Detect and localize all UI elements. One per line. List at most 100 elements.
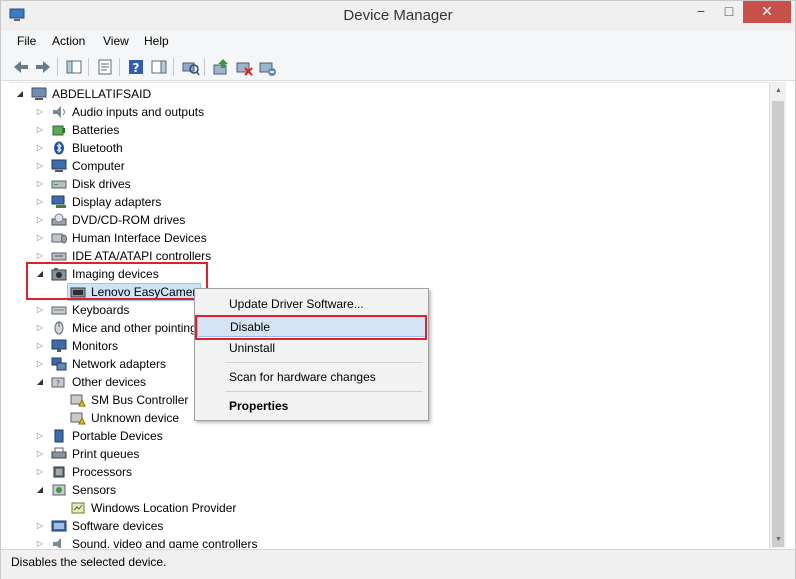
tree-item-processors[interactable]: ▷ Processors <box>9 463 309 481</box>
tree-item-sound-controllers[interactable]: ▷ Sound, video and game controllers <box>9 535 309 548</box>
tree-item-other-devices[interactable]: ◢ ? Other devices <box>9 373 189 391</box>
device-manager-window: Device Manager − □ ✕ File Action View He… <box>0 0 796 579</box>
tree-item-sm-bus-controller[interactable]: SM Bus Controller <box>9 391 189 409</box>
back-icon[interactable] <box>11 57 31 77</box>
toolbar-separator <box>88 58 89 76</box>
disable-device-icon[interactable] <box>234 57 254 77</box>
scan-hardware-icon[interactable] <box>180 57 200 77</box>
tree-item-monitors[interactable]: ▷ Monitors <box>9 337 189 355</box>
expand-arrow-icon[interactable]: ▷ <box>35 319 45 337</box>
toolbar-separator <box>173 58 174 76</box>
tree-item-software-devices[interactable]: ▷ Software devices <box>9 517 309 535</box>
tree-item-audio[interactable]: ▷ Audio inputs and outputs <box>9 103 309 121</box>
properties-icon[interactable] <box>95 57 115 77</box>
vertical-scrollbar[interactable]: ▲ ▼ <box>769 82 786 548</box>
show-hide-console-tree-icon[interactable] <box>64 57 84 77</box>
forward-icon[interactable] <box>33 57 53 77</box>
tree-item-unknown-device[interactable]: Unknown device <box>9 409 189 427</box>
tree-item-label: Human Interface Devices <box>72 231 207 245</box>
ctx-properties[interactable]: Properties <box>197 395 426 417</box>
scroll-down-icon[interactable]: ▼ <box>770 531 787 548</box>
scroll-up-icon[interactable]: ▲ <box>770 82 787 99</box>
expand-arrow-icon[interactable]: ▷ <box>35 445 45 463</box>
ctx-scan-hardware-changes[interactable]: Scan for hardware changes <box>197 366 426 388</box>
audio-icon <box>53 106 65 118</box>
collapse-arrow-icon[interactable]: ◢ <box>15 85 25 103</box>
tree-item-label: Sound, video and game controllers <box>72 537 258 548</box>
hid-icon <box>51 233 67 244</box>
tree-item-label: Other devices <box>72 375 147 389</box>
keyboard-icon <box>51 306 67 315</box>
tree-item-computer[interactable]: ▷ Computer <box>9 157 309 175</box>
software-device-icon <box>51 520 67 532</box>
tree-item-windows-location-provider[interactable]: Windows Location Provider <box>9 499 309 517</box>
expand-arrow-icon[interactable]: ▷ <box>35 121 45 139</box>
expand-arrow-icon[interactable]: ▷ <box>35 517 45 535</box>
tree-item-label: Print queues <box>72 447 140 461</box>
tree-item-disk-drives[interactable]: ▷ Disk drives <box>9 175 309 193</box>
scrollbar-thumb[interactable] <box>772 101 784 547</box>
tree-item-mice[interactable]: ▷ Mice and other pointing devices <box>9 319 199 337</box>
tree-item-network-adapters[interactable]: ▷ Network adapters <box>9 355 189 373</box>
tree-root-label: ABDELLATIFSAID <box>52 87 152 101</box>
help-icon[interactable]: ? <box>126 57 146 77</box>
tree-item-label: Monitors <box>72 339 119 353</box>
update-driver-icon[interactable] <box>211 57 231 77</box>
menu-bar: File Action View Help <box>1 31 795 53</box>
title-bar[interactable]: Device Manager − □ ✕ <box>1 1 795 31</box>
menu-view[interactable]: View <box>103 34 129 48</box>
tree-item-sensors[interactable]: ◢ Sensors <box>9 481 309 499</box>
annotation-box-disable <box>195 315 427 340</box>
tree-item-label: SM Bus Controller <box>91 393 189 407</box>
tree-item-bluetooth[interactable]: ▷ Bluetooth <box>9 139 309 157</box>
expand-arrow-icon[interactable]: ▷ <box>35 301 45 319</box>
expand-arrow-icon[interactable]: ▷ <box>35 103 45 121</box>
svg-text:?: ? <box>56 379 60 388</box>
expand-arrow-icon[interactable]: ▷ <box>35 463 45 481</box>
menu-file[interactable]: File <box>17 34 36 48</box>
expand-arrow-icon[interactable]: ▷ <box>35 175 45 193</box>
context-menu: Update Driver Software... Disable Uninst… <box>194 288 429 421</box>
menu-help[interactable]: Help <box>144 34 169 48</box>
collapse-arrow-icon[interactable]: ◢ <box>35 373 45 391</box>
menu-action[interactable]: Action <box>52 34 85 48</box>
ctx-update-driver-software[interactable]: Update Driver Software... <box>197 293 426 315</box>
tree-root[interactable]: ◢ ABDELLATIFSAID <box>9 85 309 103</box>
expand-arrow-icon[interactable]: ▷ <box>35 193 45 211</box>
expand-arrow-icon[interactable]: ▷ <box>35 355 45 373</box>
ctx-separator <box>225 362 423 363</box>
svg-text:?: ? <box>133 61 140 75</box>
computer-root-icon <box>31 87 47 100</box>
ide-controller-icon <box>51 252 67 261</box>
expand-arrow-icon[interactable]: ▷ <box>35 337 45 355</box>
tree-item-dvd-drives[interactable]: ▷ DVD/CD-ROM drives <box>9 211 309 229</box>
uninstall-device-icon[interactable] <box>257 57 277 77</box>
maximize-button[interactable]: □ <box>715 1 743 23</box>
action-pane-icon[interactable] <box>149 57 169 77</box>
toolbar: ? <box>1 53 795 81</box>
minimize-button[interactable]: − <box>687 1 715 23</box>
collapse-arrow-icon[interactable]: ◢ <box>35 481 45 499</box>
close-button[interactable]: ✕ <box>743 1 791 23</box>
status-bar: Disables the selected device. <box>1 549 795 579</box>
bluetooth-icon <box>54 141 64 155</box>
tree-item-label: Unknown device <box>91 411 180 425</box>
toolbar-separator <box>119 58 120 76</box>
tree-item-hid[interactable]: ▷ Human Interface Devices <box>9 229 309 247</box>
ctx-uninstall[interactable]: Uninstall <box>197 337 426 359</box>
sensor-icon <box>52 484 66 496</box>
ctx-separator <box>225 391 423 392</box>
tree-item-label: Mice and other pointing devices <box>72 321 199 335</box>
warning-device-icon <box>70 412 86 425</box>
expand-arrow-icon[interactable]: ▷ <box>35 229 45 247</box>
expand-arrow-icon[interactable]: ▷ <box>35 427 45 445</box>
tree-item-display-adapters[interactable]: ▷ Display adapters <box>9 193 309 211</box>
expand-arrow-icon[interactable]: ▷ <box>35 535 45 548</box>
tree-item-print-queues[interactable]: ▷ Print queues <box>9 445 309 463</box>
expand-arrow-icon[interactable]: ▷ <box>35 157 45 175</box>
tree-item-portable-devices[interactable]: ▷ Portable Devices <box>9 427 309 445</box>
expand-arrow-icon[interactable]: ▷ <box>35 139 45 157</box>
tree-item-label: Audio inputs and outputs <box>72 105 205 119</box>
expand-arrow-icon[interactable]: ▷ <box>35 211 45 229</box>
tree-item-batteries[interactable]: ▷ Batteries <box>9 121 309 139</box>
